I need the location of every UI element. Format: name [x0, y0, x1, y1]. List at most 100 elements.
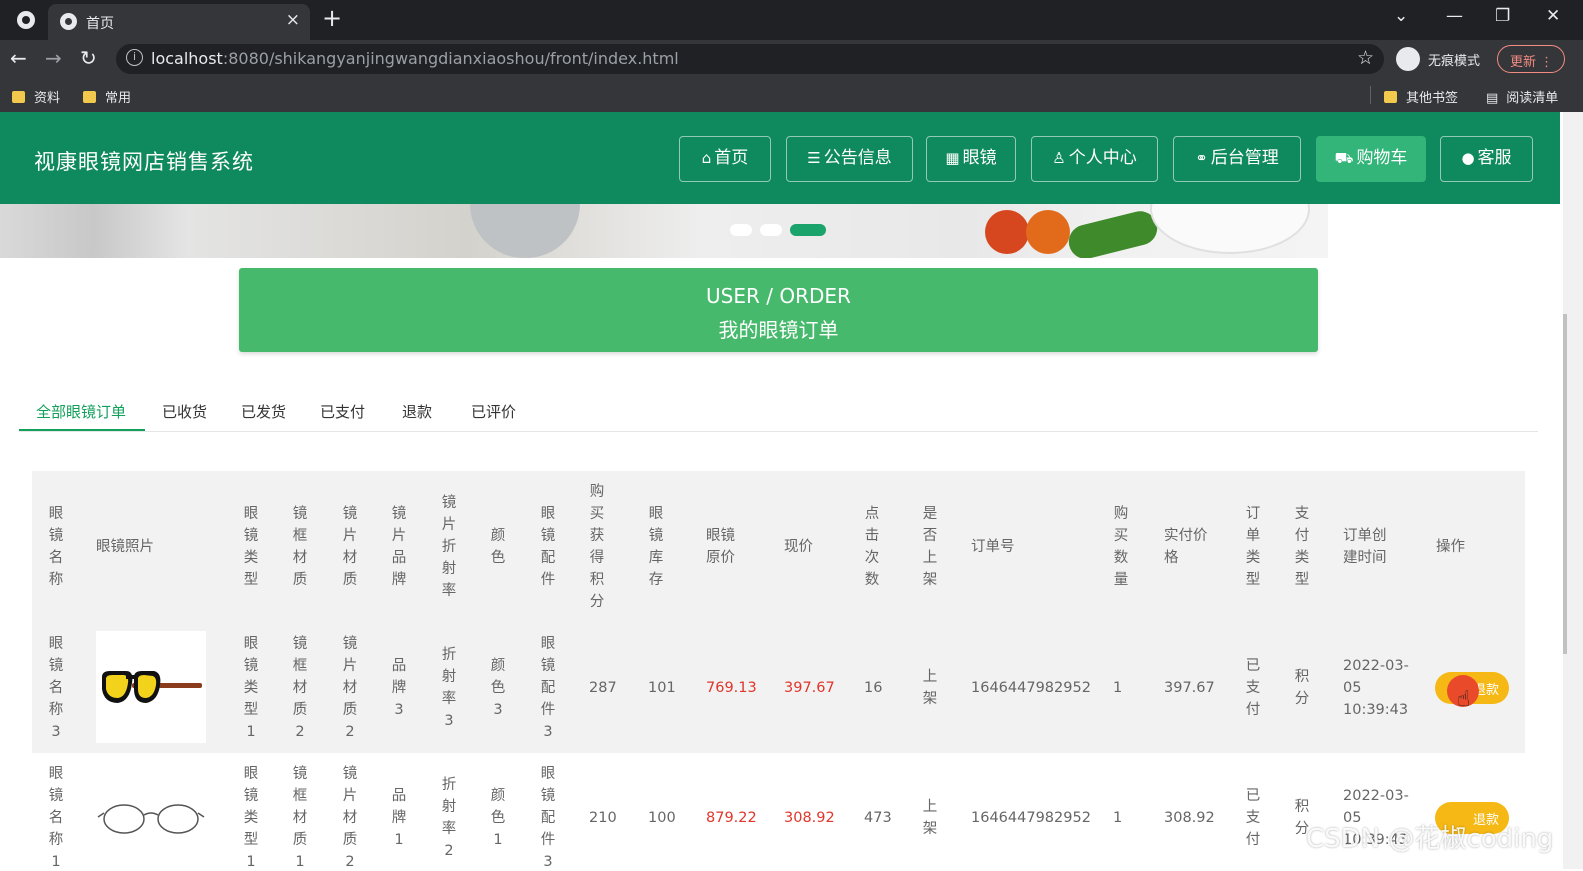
cell-order-no: 1646447982952	[971, 810, 1091, 826]
banner-onion	[1026, 210, 1070, 254]
back-icon[interactable]: ←	[10, 46, 27, 70]
globe-icon	[60, 13, 77, 30]
tab-active-indicator	[19, 429, 145, 431]
browser-tab[interactable]: 首页 ×	[48, 4, 310, 40]
col-header: 眼镜照片	[96, 539, 154, 555]
cell-price: 308.92	[784, 810, 835, 826]
glasses-photo	[96, 761, 206, 871]
cell-color: 颜色1	[490, 788, 506, 848]
col-header: 购买数量	[1113, 506, 1129, 588]
other-bookmarks[interactable]: 其他书签	[1384, 87, 1458, 106]
cell-created: 2022-03-05 10:39:43	[1343, 658, 1409, 718]
browser-tab-strip: 首页 × + ⌄ — ❐ ✕	[0, 0, 1583, 40]
col-header: 眼镜原价	[706, 528, 735, 566]
nav-notice-button[interactable]: ☰ 公告信息	[786, 136, 913, 182]
cart-icon: ⛟	[1334, 149, 1354, 167]
cell-pay-type: 积分	[1294, 669, 1310, 707]
bookmark-folder[interactable]: 常用	[83, 87, 131, 106]
nav-home-button[interactable]: ⌂ 首页	[679, 136, 771, 182]
carousel-dot-active[interactable]	[790, 224, 826, 236]
new-tab-icon[interactable]: +	[322, 4, 342, 32]
cell-order-type: 已支付	[1245, 788, 1261, 848]
home-icon: ⌂	[701, 149, 712, 167]
cell-points: 287	[589, 680, 617, 696]
cell-clicks: 16	[864, 680, 883, 696]
glasses-photo	[96, 631, 206, 743]
reload-icon[interactable]: ↻	[80, 46, 97, 70]
cell-on-shelf: 上架	[922, 799, 938, 837]
tab-paid[interactable]: 已支付	[320, 401, 365, 422]
cell-lens: 镜片材质2	[342, 766, 358, 870]
nav-cart-button[interactable]: ⛟ 购物车	[1316, 136, 1426, 182]
scrollbar-thumb[interactable]	[1563, 314, 1567, 654]
cell-qty: 1	[1113, 680, 1123, 696]
cell-clicks: 473	[864, 810, 892, 826]
tab-refund[interactable]: 退款	[402, 401, 432, 422]
col-header: 眼镜库存	[648, 506, 664, 588]
cell-stock: 101	[648, 680, 676, 696]
cell-refraction: 折射率3	[441, 647, 457, 729]
banner-tomato	[985, 210, 1029, 254]
page-scrollbar[interactable]	[1563, 112, 1583, 869]
col-header: 支付类型	[1294, 506, 1310, 588]
glasses-frame-image	[97, 804, 205, 834]
tab-received[interactable]: 已收货	[162, 401, 207, 422]
page-title-zh: 我的眼镜订单	[718, 318, 839, 342]
carousel-dot[interactable]	[760, 224, 782, 236]
col-header: 眼镜配件	[540, 506, 556, 588]
nav-profile-button[interactable]: ♙ 个人中心	[1031, 136, 1158, 182]
order-tabs: 全部眼镜订单 已收货 已发货 已支付 退款 已评价	[19, 396, 1538, 432]
table-row[interactable]: 眼镜名称3 眼镜类型1 镜框材质2 镜片材质2 品牌3 折射率3 颜色3 眼镜配…	[32, 623, 1525, 753]
incognito-icon	[1396, 47, 1420, 71]
col-header: 操作	[1436, 539, 1465, 555]
cell-order-type: 已支付	[1245, 658, 1261, 718]
update-button[interactable]: 更新 ⋮	[1497, 45, 1565, 73]
site-brand: 视康眼镜网店销售系统	[34, 150, 254, 174]
bookmark-label: 资料	[34, 91, 61, 106]
chevron-down-icon[interactable]: ⌄	[1394, 6, 1408, 26]
forward-icon[interactable]: →	[45, 46, 62, 70]
restore-icon[interactable]: ❐	[1495, 6, 1510, 26]
notice-icon: ☰	[807, 149, 821, 167]
nav-service-button[interactable]: ● 客服	[1440, 136, 1533, 182]
col-header: 实付价格	[1164, 528, 1208, 566]
col-header: 订单号	[971, 539, 1015, 555]
watermark: CSDN @花椒coding	[1306, 824, 1554, 854]
cell-lens: 镜片材质2	[342, 636, 358, 740]
nav-label: 首页	[714, 148, 749, 168]
carousel-dot[interactable]	[730, 224, 752, 236]
tab-reviewed[interactable]: 已评价	[471, 401, 516, 422]
url-field[interactable]: i localhost:8080/shikangyanjingwangdianx…	[116, 44, 1384, 74]
browser-menu-icon[interactable]	[17, 11, 35, 29]
table-row[interactable]: 眼镜名称1 眼镜类型1 镜框材质1 镜片材质2 品牌1 折射率2 颜色1 眼镜配…	[32, 753, 1525, 871]
nav-glasses-button[interactable]: ▦ 眼镜	[926, 136, 1016, 182]
nav-admin-button[interactable]: ⚭ 后台管理	[1173, 136, 1301, 182]
cell-paid: 308.92	[1164, 810, 1215, 826]
site-header: 视康眼镜网店销售系统 ⌂ 首页 ☰ 公告信息 ▦ 眼镜 ♙ 个人中心 ⚭ 后台管理 ⛟ 购物…	[0, 112, 1560, 204]
bookmark-folder[interactable]: 资料	[12, 87, 60, 106]
col-header: 颜色	[490, 528, 506, 566]
site-info-icon[interactable]: i	[126, 49, 143, 66]
col-header: 眼镜名称	[48, 506, 64, 588]
tab-shipped[interactable]: 已发货	[241, 401, 286, 422]
col-header: 现价	[784, 539, 813, 555]
nav-label: 后台管理	[1210, 148, 1279, 168]
reading-list[interactable]: ▤ 阅读清单	[1486, 87, 1558, 106]
cell-name: 眼镜名称1	[48, 766, 64, 870]
bookmark-star-icon[interactable]: ☆	[1357, 47, 1374, 69]
grid-icon: ▦	[945, 149, 960, 167]
col-header: 购买获得积分	[589, 484, 605, 610]
col-header: 眼镜类型	[243, 506, 259, 588]
col-header: 镜片折射率	[441, 495, 457, 599]
sunglasses-image	[102, 671, 202, 703]
tab-all-orders[interactable]: 全部眼镜订单	[36, 401, 126, 422]
tab-close-icon[interactable]: ×	[286, 10, 300, 30]
minimize-icon[interactable]: —	[1446, 6, 1463, 26]
nav-label: 个人中心	[1068, 148, 1137, 168]
cell-stock: 100	[648, 810, 676, 826]
window-close-icon[interactable]: ✕	[1546, 6, 1560, 26]
col-header: 订单创建时间	[1343, 528, 1387, 566]
banner-bowl	[1150, 204, 1310, 254]
nav-label: 眼镜	[962, 148, 997, 168]
cell-orig-price: 879.22	[706, 810, 757, 826]
